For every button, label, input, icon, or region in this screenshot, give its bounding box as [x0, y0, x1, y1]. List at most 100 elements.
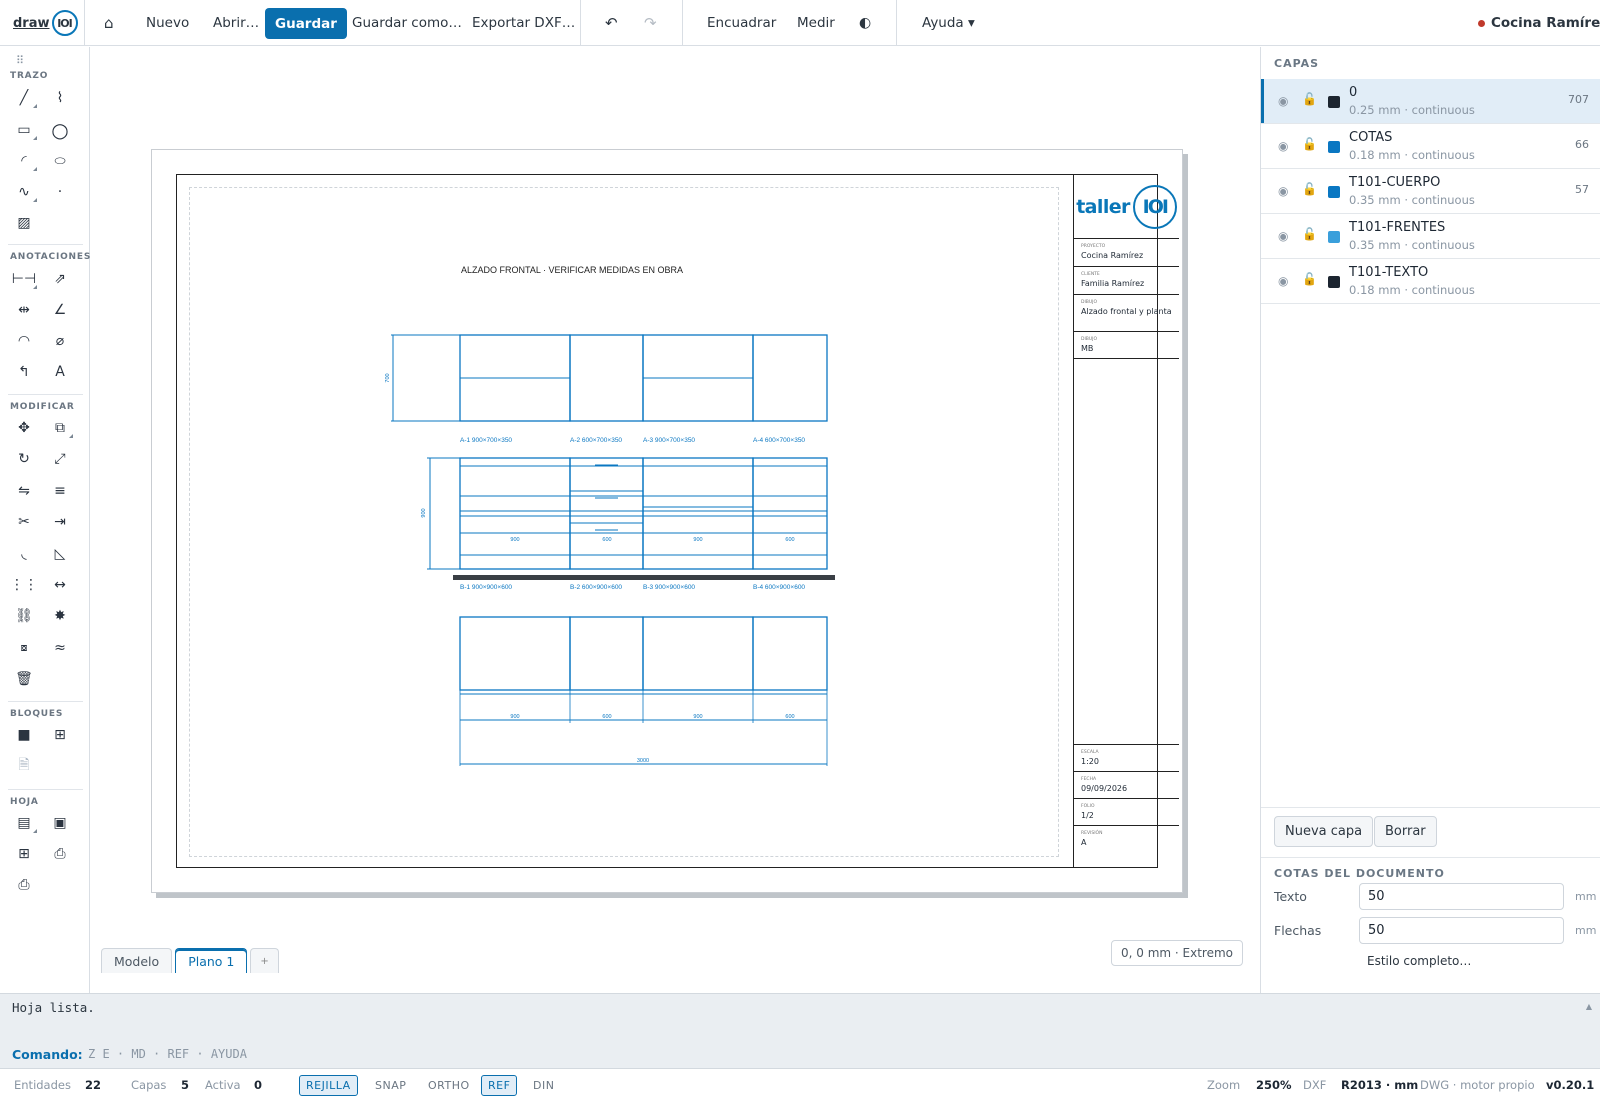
- polyline-tool-icon[interactable]: ⌇: [46, 86, 74, 110]
- kitchen-elevation-drawing[interactable]: ALZADO FRONTAL · VERIFICAR MEDIDAS EN OB…: [177, 175, 1073, 867]
- angle-dimension-icon[interactable]: ∠: [46, 298, 74, 322]
- contrast-icon[interactable]: ◐: [859, 0, 871, 46]
- line-tool-icon[interactable]: ╱: [10, 86, 38, 110]
- add-tab-button[interactable]: +: [250, 948, 279, 973]
- join-icon[interactable]: ⛓: [10, 604, 38, 628]
- layer-color-swatch[interactable]: [1328, 276, 1340, 288]
- delete-icon[interactable]: 🗑: [10, 667, 38, 691]
- base-width-dim: 600: [785, 537, 794, 543]
- block-insert-icon[interactable]: ⊞: [46, 723, 74, 747]
- chamfer-icon[interactable]: ◺: [46, 542, 74, 566]
- scale-icon[interactable]: ⤢: [46, 447, 74, 471]
- tb-fecha: FECHA 09/09/2026: [1074, 772, 1179, 799]
- lock-icon[interactable]: 🔓: [1302, 272, 1317, 286]
- trim-icon[interactable]: ✂: [10, 510, 38, 534]
- new-button[interactable]: Nuevo: [146, 0, 189, 46]
- upper-cabinet-label: A-2 600×700×350: [570, 437, 622, 444]
- layer-row[interactable]: ◉ 🔓 0 0.25 mm · continuous 707: [1261, 79, 1600, 124]
- ellipse-tool-icon[interactable]: ⬭: [46, 149, 74, 173]
- text-size-input[interactable]: [1359, 883, 1564, 910]
- diameter-icon[interactable]: ⌀: [46, 329, 74, 353]
- grid-toggle[interactable]: REJILLA: [299, 1075, 358, 1096]
- snap-toggle[interactable]: SNAP: [368, 1075, 413, 1096]
- help-menu[interactable]: Ayuda ▾: [922, 0, 975, 46]
- din-toggle[interactable]: DIN: [526, 1075, 561, 1096]
- layer-color-swatch[interactable]: [1328, 186, 1340, 198]
- drawing-canvas[interactable]: ALZADO FRONTAL · VERIFICAR MEDIDAS EN OB…: [91, 47, 1259, 993]
- break-icon[interactable]: ≈: [46, 636, 74, 660]
- save-as-button[interactable]: Guardar como…: [352, 0, 462, 46]
- redo-icon[interactable]: ↷: [644, 0, 657, 46]
- arc-tool-icon[interactable]: ◜: [10, 149, 38, 173]
- print-icon[interactable]: ⎙: [10, 873, 38, 897]
- layer-row[interactable]: ◉ 🔓 T101-CUERPO 0.35 mm · continuous 57: [1261, 169, 1600, 214]
- save-button[interactable]: Guardar: [265, 8, 347, 39]
- sheet-setup-icon[interactable]: ▤: [10, 811, 38, 835]
- new-layer-button[interactable]: Nueva capa: [1274, 816, 1374, 847]
- open-button[interactable]: Abrir…: [213, 0, 259, 46]
- delete-layer-button[interactable]: Borrar: [1374, 816, 1437, 847]
- viewport-icon[interactable]: ▣: [46, 811, 74, 835]
- explode-icon[interactable]: ✸: [46, 604, 74, 628]
- visibility-icon[interactable]: ◉: [1278, 229, 1288, 243]
- text-tool-icon[interactable]: A: [46, 360, 74, 384]
- stamp-icon[interactable]: ⎙: [46, 842, 74, 866]
- measure-button[interactable]: Medir: [797, 0, 835, 46]
- block-create-icon[interactable]: ■: [10, 723, 38, 747]
- copy-icon[interactable]: ⧉: [46, 416, 74, 440]
- tab-modelo[interactable]: Modelo: [101, 948, 173, 973]
- undo-icon[interactable]: ↶: [605, 0, 618, 46]
- lock-icon[interactable]: 🔓: [1302, 182, 1317, 196]
- arc-length-icon[interactable]: ◠: [10, 329, 38, 353]
- drag-handle-icon[interactable]: ⠿: [16, 54, 24, 67]
- point-tool-icon[interactable]: ·: [46, 180, 74, 204]
- layer-row[interactable]: ◉ 🔓 T101-FRENTES 0.35 mm · continuous: [1261, 214, 1600, 259]
- visibility-icon[interactable]: ◉: [1278, 94, 1288, 108]
- circle-tool-icon[interactable]: ○: [46, 118, 74, 142]
- block-file-icon[interactable]: 🗎: [10, 754, 38, 778]
- ref-toggle[interactable]: REF: [481, 1075, 518, 1096]
- collapse-icon[interactable]: ▲: [1586, 1002, 1592, 1011]
- hatch-tool-icon[interactable]: ▨: [10, 211, 38, 235]
- arrow-size-input[interactable]: [1359, 917, 1564, 944]
- array-icon[interactable]: ⋮⋮: [10, 573, 38, 597]
- fit-button[interactable]: Encuadrar: [707, 0, 776, 46]
- mirror-icon[interactable]: ⇋: [10, 479, 38, 503]
- rotate-icon[interactable]: ↻: [10, 447, 38, 471]
- visibility-icon[interactable]: ◉: [1278, 139, 1288, 153]
- tb-proyecto: PROYECTO Cocina Ramírez: [1074, 239, 1179, 267]
- base-width-dim: 900: [510, 537, 519, 543]
- aligned-dimension-icon[interactable]: ⇗: [46, 267, 74, 291]
- export-dxf-button[interactable]: Exportar DXF…: [472, 0, 575, 46]
- leader-icon[interactable]: ↰: [10, 360, 38, 384]
- move-icon[interactable]: ✥: [10, 416, 38, 440]
- tab-plano-1[interactable]: Plano 1: [175, 948, 248, 973]
- stretch-icon[interactable]: ↔: [46, 573, 74, 597]
- home-icon[interactable]: ⌂: [104, 0, 114, 46]
- lock-icon[interactable]: 🔓: [1302, 137, 1317, 151]
- visibility-icon[interactable]: ◉: [1278, 274, 1288, 288]
- fillet-icon[interactable]: ◟: [10, 542, 38, 566]
- ortho-toggle[interactable]: ORTHO: [421, 1075, 477, 1096]
- drawing-frame: ALZADO FRONTAL · VERIFICAR MEDIDAS EN OB…: [176, 174, 1179, 868]
- lock-icon[interactable]: 🔓: [1302, 92, 1317, 106]
- linear-dimension-icon[interactable]: ⊢⊣: [10, 267, 38, 291]
- extend-icon[interactable]: ⇥: [46, 510, 74, 534]
- command-input[interactable]: Z E · MD · REF · AYUDA: [88, 1047, 247, 1061]
- layer-row[interactable]: ◉ 🔓 T101-TEXTO 0.18 mm · continuous: [1261, 259, 1600, 304]
- app-logo[interactable]: draw IOI: [13, 0, 78, 46]
- tb-label: FOLIO: [1081, 804, 1095, 809]
- lock-icon[interactable]: 🔓: [1302, 227, 1317, 241]
- full-style-link[interactable]: Estilo completo…: [1367, 954, 1471, 968]
- group-icon[interactable]: ⧇: [10, 636, 38, 660]
- layer-color-swatch[interactable]: [1328, 96, 1340, 108]
- layer-color-swatch[interactable]: [1328, 141, 1340, 153]
- continue-dimension-icon[interactable]: ⇹: [10, 298, 38, 322]
- sheet-grid-icon[interactable]: ⊞: [10, 842, 38, 866]
- layer-row[interactable]: ◉ 🔓 COTAS 0.18 mm · continuous 66: [1261, 124, 1600, 169]
- layer-color-swatch[interactable]: [1328, 231, 1340, 243]
- spline-tool-icon[interactable]: ∿: [10, 180, 38, 204]
- visibility-icon[interactable]: ◉: [1278, 184, 1288, 198]
- offset-icon[interactable]: ≡: [46, 479, 74, 503]
- rectangle-tool-icon[interactable]: ▭: [10, 118, 38, 142]
